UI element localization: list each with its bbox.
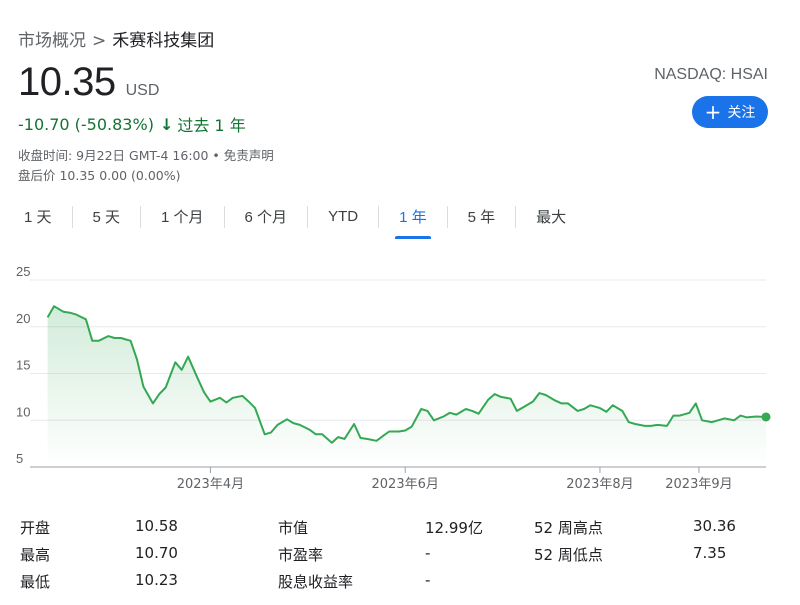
breadcrumb-separator: > [92, 31, 107, 51]
plus-icon: + [704, 100, 722, 124]
stat-label: 市盈率 [278, 546, 324, 564]
range-tabs: 1 天 5 天 1 个月 6 个月 YTD 1 年 5 年最大 [18, 200, 572, 239]
price-area-fill [47, 306, 767, 467]
price-chart: 5 10 15 20 25 2023年4月 2023年6月 2023年8月 2023年9月 [16, 264, 771, 492]
range-tab[interactable]: 5 天 [87, 200, 127, 233]
close-time: 收盘时间: 9月22日 GMT-4 16:00 • 免责声明 [18, 148, 274, 163]
change-value: -10.70 (-50.83%) [18, 114, 154, 134]
stat-value: - [425, 571, 431, 589]
stat-label: 最低 [20, 573, 51, 591]
price-change: -10.70 (-50.83%) ↓ 过去 1 年 [18, 112, 246, 136]
stat-value: 10.58 [135, 517, 178, 535]
arrow-down-icon: ↓ [159, 114, 174, 134]
stat-label: 最高 [20, 546, 51, 564]
tab-divider [140, 205, 142, 228]
tab-divider [446, 205, 448, 228]
breadcrumb-current: 禾赛科技集团 [112, 31, 215, 51]
y-tick-label: 5 [16, 451, 23, 466]
stat-value: - [425, 544, 431, 562]
price-row: 10.35 USD [18, 60, 159, 105]
stat-value: 10.70 [135, 544, 178, 562]
range-tab[interactable]: 5 年 [462, 200, 502, 233]
stat-value: 30.36 [693, 517, 736, 535]
x-tick-label: 2023年9月 [665, 477, 732, 492]
y-tick-label: 25 [16, 264, 30, 279]
tab-divider [378, 205, 380, 228]
stat-label: 市值 [278, 519, 309, 537]
tab-divider [515, 205, 517, 228]
stat-label: 股息收益率 [278, 573, 354, 591]
stat-label: 52 周高点 [534, 519, 603, 537]
y-tick-label: 15 [16, 358, 30, 373]
stat-value: 10.23 [135, 571, 178, 589]
range-tab[interactable]: 1 个月 [155, 200, 210, 233]
last-price-point [761, 412, 771, 422]
follow-button[interactable]: + 关注 [692, 96, 768, 128]
y-tick-label: 20 [16, 311, 30, 326]
stat-label: 52 周低点 [534, 546, 603, 564]
range-tab[interactable]: 6 个月 [239, 200, 294, 233]
breadcrumb: 市场概况 > 禾赛科技集团 [18, 26, 214, 51]
range-tab[interactable]: YTD [322, 202, 364, 231]
y-tick-label: 10 [16, 404, 30, 419]
exchange-ticker: NASDAQ: HSAI [654, 66, 768, 83]
after-hours-price: 盘后价 10.35 0.00 (0.00%) [18, 168, 181, 183]
x-tick-label: 2023年4月 [177, 477, 244, 492]
tab-divider [71, 205, 73, 228]
current-price: 10.35 [18, 60, 116, 104]
x-tick-label: 2023年8月 [566, 477, 633, 492]
tab-divider [307, 205, 309, 228]
breadcrumb-root-link[interactable]: 市场概况 [18, 31, 86, 51]
tab-divider [223, 205, 225, 228]
change-period: 过去 1 年 [177, 116, 246, 135]
x-tick-label: 2023年6月 [372, 477, 439, 492]
follow-label: 关注 [727, 105, 756, 121]
currency-label: USD [125, 82, 160, 99]
range-tab[interactable]: 最大 [530, 200, 572, 233]
range-tab[interactable]: 1 年 [393, 200, 433, 239]
range-tab[interactable]: 1 天 [18, 200, 58, 233]
stat-label: 开盘 [20, 519, 51, 537]
stat-value: 12.99亿 [425, 519, 483, 537]
stat-value: 7.35 [693, 544, 727, 562]
